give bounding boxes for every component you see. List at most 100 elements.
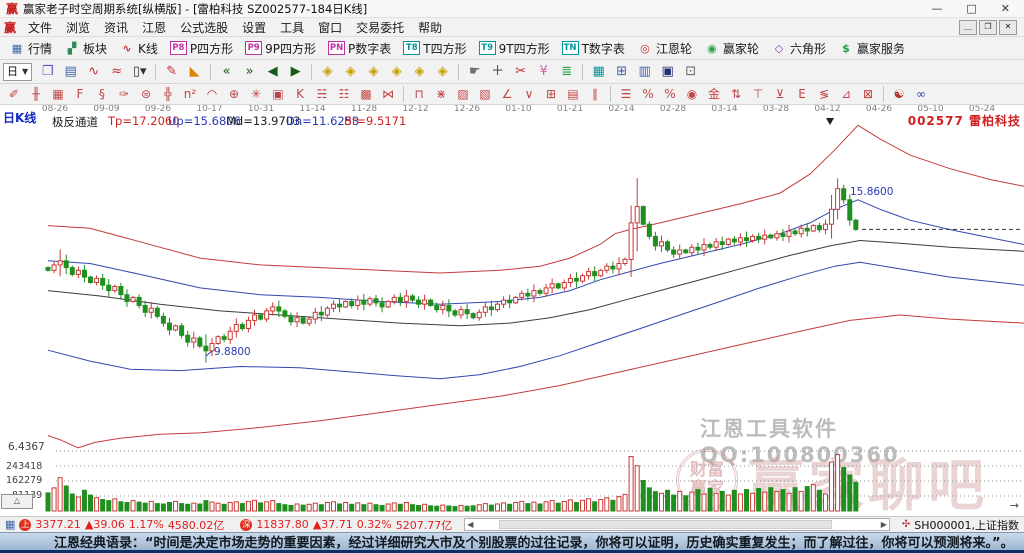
infinity-tool[interactable]: ∞ (911, 85, 932, 103)
grid-icon[interactable]: ▦ (5, 518, 15, 531)
highlight-tool-icon[interactable]: ✎ (161, 62, 182, 82)
trend-small-icon[interactable]: ∿ (83, 62, 104, 82)
spiral-tool[interactable]: § (92, 85, 113, 103)
squares-grid-tool[interactable]: ☷ (334, 85, 355, 103)
minimize-button[interactable]: — (931, 2, 942, 15)
diamond-left[interactable]: ◈ (363, 62, 384, 82)
box-select-tool[interactable]: ▣ (268, 85, 289, 103)
candle-style-icon[interactable]: ▯▾ (129, 62, 150, 82)
gann-square-tool[interactable]: ▦ (48, 85, 69, 103)
pen-line-tool[interactable]: ✐ (4, 85, 25, 103)
mdi-minimize-button[interactable]: ＿ (959, 20, 977, 35)
mdi-restore-button[interactable]: ❐ (979, 20, 997, 35)
report-icon[interactable]: ▥ (634, 62, 655, 82)
menu-item-8[interactable]: 交易委托 (349, 19, 411, 36)
first-page-button[interactable]: « (216, 62, 237, 82)
arc-tool[interactable]: ◠ (202, 85, 223, 103)
kline-button[interactable]: ∿K线 (116, 40, 161, 57)
box-top-tool[interactable]: ⊓ (409, 85, 430, 103)
save-icon[interactable]: ▣ (657, 62, 678, 82)
tick-flag-tool[interactable]: ⇅ (726, 85, 747, 103)
gradient-tool-icon[interactable]: ◣ (184, 62, 205, 82)
menu-item-7[interactable]: 窗口 (311, 19, 349, 36)
winner-wheel-button[interactable]: ◉赢家轮 (701, 40, 762, 57)
cut-tool[interactable]: ✂ (510, 62, 531, 82)
hexagon-button[interactable]: ◇六角形 (768, 40, 829, 57)
crosshair-tool[interactable]: ＋ (487, 62, 508, 82)
money-tool[interactable]: ¥ (533, 62, 554, 82)
parallel-lines-tool[interactable]: ∥ (585, 85, 606, 103)
cycle-circle-tool[interactable]: ⊜ (136, 85, 157, 103)
diamond-expand-h[interactable]: ◈ (340, 62, 361, 82)
next-bar-button[interactable]: ▶ (285, 62, 306, 82)
percent-tool[interactable]: % (660, 85, 681, 103)
yinyang-tool[interactable]: ☯ (889, 85, 910, 103)
e-lines-tool[interactable]: E (792, 85, 813, 103)
trigram-grid-tool[interactable]: ☵ (312, 85, 333, 103)
angle-lines-tool[interactable]: ∠ (497, 85, 518, 103)
k-mark-tool[interactable]: K (290, 85, 311, 103)
window-cascade-icon[interactable]: ❒ (37, 62, 58, 82)
pane-expand-button[interactable]: △ (1, 494, 33, 509)
menu-item-9[interactable]: 帮助 (411, 19, 449, 36)
export-icon[interactable]: ⊡ (680, 62, 701, 82)
angle-v-tool[interactable]: ⊻ (770, 85, 791, 103)
circle-cross-tool[interactable]: ⊕ (224, 85, 245, 103)
info-panel-icon[interactable]: ▤ (60, 62, 81, 82)
x-box-tool[interactable]: ⊠ (858, 85, 879, 103)
fib-tool[interactable]: F (70, 85, 91, 103)
calculator-icon[interactable]: ⊞ (611, 62, 632, 82)
square-of-nine-tool[interactable]: n² (180, 85, 201, 103)
market-quotes-button[interactable]: ▦行情 (6, 40, 55, 57)
winner-service-button[interactable]: $赢家服务 (835, 40, 908, 57)
rows-box-tool[interactable]: ▤ (563, 85, 584, 103)
mdi-close-button[interactable]: ✕ (999, 20, 1017, 35)
calendar-icon[interactable]: ▦ (588, 62, 609, 82)
period-day-dropdown[interactable]: 日▼ (3, 63, 32, 81)
stats-tool[interactable]: ≣ (556, 62, 577, 82)
slope-lines-tool[interactable]: ≶ (814, 85, 835, 103)
time-span-tool[interactable]: ⋈ (378, 85, 399, 103)
sectors-button[interactable]: ▞板块 (61, 40, 110, 57)
menu-item-5[interactable]: 设置 (235, 19, 273, 36)
shade-box-tool[interactable]: ▨ (453, 85, 474, 103)
drag-hand-tool[interactable]: ☛ (464, 62, 485, 82)
trend-large-icon[interactable]: ≈ (106, 62, 127, 82)
last-page-button[interactable]: » (239, 62, 260, 82)
golden-line-tool[interactable]: 金 (704, 85, 725, 103)
menu-item-1[interactable]: 浏览 (59, 19, 97, 36)
scroll-right-arrow[interactable]: ▶ (881, 520, 887, 529)
menu-item-0[interactable]: 文件 (21, 19, 59, 36)
t-square-button[interactable]: T8T四方形 (400, 40, 469, 57)
fine-grid-tool[interactable]: ▩ (356, 85, 377, 103)
diamond-right[interactable]: ◈ (386, 62, 407, 82)
9p-square-button[interactable]: P99P四方形 (242, 40, 319, 57)
wave-tool[interactable]: ∨ (519, 85, 540, 103)
shade-box2-tool[interactable]: ▧ (475, 85, 496, 103)
t-number-table-button[interactable]: TNT数字表 (559, 40, 628, 57)
diamond-down[interactable]: ◈ (432, 62, 453, 82)
gann-wheel-button[interactable]: ◎江恩轮 (634, 40, 695, 57)
golden-circle-tool[interactable]: ◉ (682, 85, 703, 103)
menu-item-2[interactable]: 资讯 (97, 19, 135, 36)
horizontal-scrollbar[interactable]: ◀ ▶ (464, 518, 890, 531)
scroll-left-arrow[interactable]: ◀ (467, 520, 473, 529)
price-grid-tool[interactable]: ╬ (158, 85, 179, 103)
menu-item-4[interactable]: 公式选股 (173, 19, 235, 36)
maximize-button[interactable]: □ (966, 2, 976, 15)
scrollbar-thumb[interactable] (499, 520, 831, 529)
star-compass-tool[interactable]: ✳ (246, 85, 267, 103)
bars-tool[interactable]: ☰ (616, 85, 637, 103)
close-button[interactable]: ✕ (1001, 2, 1010, 15)
9t-square-button[interactable]: T99T四方形 (476, 40, 553, 57)
trend-triangle-tool[interactable]: ⊿ (836, 85, 857, 103)
fan-lines-tool[interactable]: ⋇ (431, 85, 452, 103)
flat-top-tool[interactable]: ⊤ (748, 85, 769, 103)
menu-item-6[interactable]: 工具 (273, 19, 311, 36)
p-number-table-button[interactable]: PNP数字表 (325, 40, 394, 57)
prev-bar-button[interactable]: ◀ (262, 62, 283, 82)
menu-item-3[interactable]: 江恩 (135, 19, 173, 36)
diamond-up[interactable]: ◈ (409, 62, 430, 82)
diamond-compress-h[interactable]: ◈ (317, 62, 338, 82)
percent-fan-tool[interactable]: % (638, 85, 659, 103)
